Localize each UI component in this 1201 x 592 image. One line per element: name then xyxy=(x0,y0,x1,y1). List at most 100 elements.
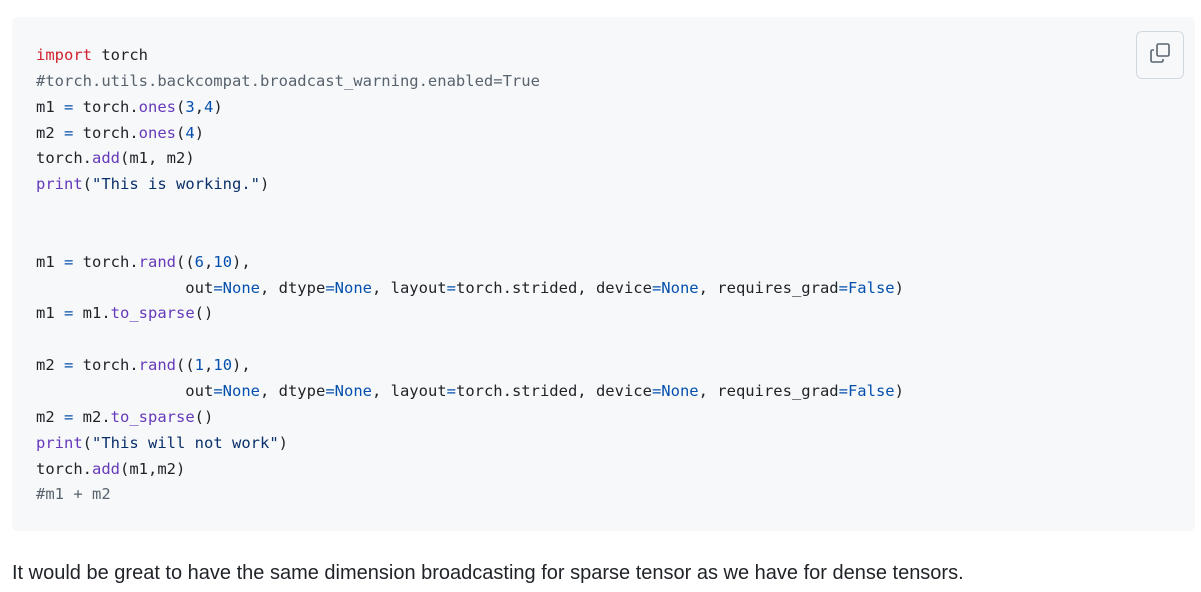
code-token: = xyxy=(213,278,223,297)
code-line: m2 = torch.rand((1,10), xyxy=(36,353,904,379)
code-token: m2. xyxy=(73,407,111,426)
code-line: torch.add(m1,m2) xyxy=(36,457,904,483)
code-token: , xyxy=(204,356,214,375)
code-token: torch xyxy=(92,46,148,64)
code-token: = xyxy=(325,278,335,297)
code-token: 3 xyxy=(185,97,195,116)
copy-button[interactable] xyxy=(1136,31,1184,79)
code-token: ( xyxy=(176,97,186,116)
code-token: "This is working." xyxy=(92,175,260,194)
code-token: = xyxy=(64,123,74,142)
code-token: torch.strided, device xyxy=(455,381,652,400)
code-token: ) xyxy=(894,381,904,400)
code-token: = xyxy=(64,356,74,375)
code-token: None xyxy=(334,381,372,400)
code-token: False xyxy=(847,381,895,400)
code-token: rand xyxy=(138,252,176,271)
code-line: torch.add(m1, m2) xyxy=(36,146,904,172)
code-token: None xyxy=(661,381,699,400)
code-token: = xyxy=(651,278,662,297)
code-token: m2 xyxy=(36,356,64,375)
code-line: out=None, dtype=None, layout=torch.strid… xyxy=(36,379,904,405)
code-token: add xyxy=(92,459,120,478)
code-token: 6 xyxy=(194,252,205,271)
code-token: = xyxy=(64,407,74,426)
code-token: m1 xyxy=(36,252,64,271)
code-token: ones xyxy=(138,123,176,142)
code-token: out xyxy=(36,381,214,400)
code-line: out=None, dtype=None, layout=torch.strid… xyxy=(36,276,904,302)
code-token: 4 xyxy=(204,97,214,116)
code-token: 4 xyxy=(185,123,195,142)
code-line: import torch xyxy=(36,43,904,69)
code-token: #m1 + m2 xyxy=(36,485,111,504)
code-token: print xyxy=(36,175,83,194)
code-token: torch. xyxy=(73,252,139,271)
code-token: (( xyxy=(176,252,195,271)
code-token: , layout xyxy=(371,381,447,400)
code-token: torch. xyxy=(36,149,92,168)
code-token: m1 xyxy=(36,304,64,323)
code-token: m1 xyxy=(36,97,64,116)
code-token: (m1,m2) xyxy=(120,459,186,478)
code-token: ) xyxy=(194,123,205,142)
code-token: (( xyxy=(176,356,195,375)
code-token: ), xyxy=(232,252,251,271)
code-token: m1. xyxy=(73,304,111,323)
code-line: m2 = m2.to_sparse() xyxy=(36,405,904,431)
code-token: , dtype xyxy=(259,381,326,400)
code-token: , requires_grad xyxy=(698,278,839,297)
code-token: add xyxy=(92,149,120,168)
code-token: to_sparse xyxy=(110,304,195,323)
code-token: = xyxy=(325,381,335,400)
code-token: out xyxy=(36,278,214,297)
code-token: = xyxy=(64,304,74,323)
code-token: = xyxy=(64,252,74,271)
code-token: torch. xyxy=(73,356,139,375)
code-token: = xyxy=(213,381,223,400)
code-line: m1 = torch.rand((6,10), xyxy=(36,250,904,276)
code-token: ( xyxy=(82,175,93,194)
code-token: ( xyxy=(82,433,93,452)
code-token: 10 xyxy=(213,252,233,271)
code-token: ) xyxy=(278,433,288,452)
code-content[interactable]: import torch #torch.utils.backcompat.broa… xyxy=(36,43,904,508)
code-token: None xyxy=(222,278,260,297)
code-token: m2 xyxy=(36,407,64,426)
code-token: None xyxy=(661,278,699,297)
code-token: "This will not work" xyxy=(92,433,279,452)
code-token: = xyxy=(446,278,456,297)
code-token: = xyxy=(64,97,74,116)
code-line: m1 = m1.to_sparse() xyxy=(36,301,904,327)
code-token: False xyxy=(847,278,895,297)
code-token: None xyxy=(334,278,372,297)
code-token: #torch.utils.backcompat.broadcast_warnin… xyxy=(36,71,540,90)
code-token: = xyxy=(838,381,848,400)
code-token: ones xyxy=(138,97,176,116)
code-token: , dtype xyxy=(259,278,326,297)
code-block: import torch #torch.utils.backcompat.broa… xyxy=(12,17,1195,531)
code-token: () xyxy=(194,304,214,323)
code-line: print("This will not work") xyxy=(36,431,904,457)
code-token: , requires_grad xyxy=(698,381,839,400)
code-token: = xyxy=(446,381,456,400)
copy-icon xyxy=(1148,41,1172,70)
code-token: to_sparse xyxy=(110,407,195,426)
code-token: = xyxy=(651,381,662,400)
code-token: torch. xyxy=(73,123,139,142)
comment-text: It would be great to have the same dimen… xyxy=(12,562,964,584)
code-token: torch.strided, device xyxy=(455,278,652,297)
code-token: ), xyxy=(232,356,251,375)
code-token: None xyxy=(222,381,260,400)
code-token: ) xyxy=(894,278,904,297)
code-token: , xyxy=(194,97,205,116)
code-token: rand xyxy=(138,356,176,375)
code-token: (m1, m2) xyxy=(120,149,195,168)
code-token: , xyxy=(204,252,214,271)
code-token: ( xyxy=(176,123,186,142)
code-token: ) xyxy=(260,175,270,194)
code-token: import xyxy=(36,46,92,64)
